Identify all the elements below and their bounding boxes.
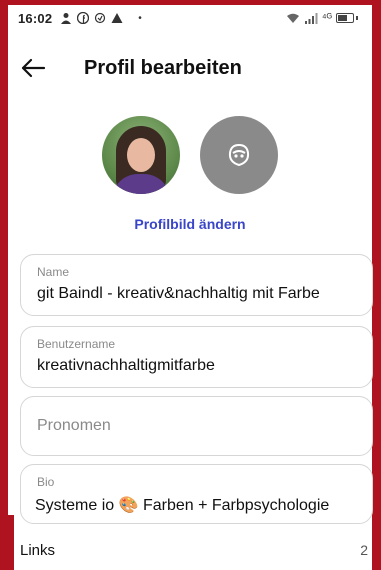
status-bar: 16:02 • ⁴ᴳ [8, 5, 372, 31]
links-count: 2 [360, 542, 368, 558]
status-dot: • [138, 12, 142, 24]
username-field[interactable]: Benutzername kreativnachhaltigmitfarbe [20, 326, 373, 388]
back-arrow-icon[interactable] [18, 53, 48, 83]
status-icons: • [60, 12, 142, 24]
status-right-icons: ⁴ᴳ [286, 12, 358, 24]
sync-icon [95, 12, 106, 24]
page-title: Profil bearbeiten [84, 56, 242, 79]
name-value[interactable]: git Baindl - kreativ&nachhaltig mit Farb… [37, 285, 320, 303]
username-value[interactable]: kreativnachhaltigmitfarbe [37, 357, 215, 375]
links-row[interactable]: Links 2 [8, 536, 372, 564]
links-label: Links [20, 541, 56, 559]
facebook-icon [77, 12, 90, 24]
wifi-icon [286, 13, 299, 23]
username-label: Benutzername [37, 337, 116, 351]
name-label: Name [37, 265, 70, 279]
bio-value[interactable]: Systeme io 🎨 Farben + Farbpsychologie [35, 495, 329, 515]
avatar-face [127, 138, 155, 172]
avatar-row [8, 116, 372, 198]
bio-field[interactable]: Bio Systeme io 🎨 Farben + Farbpsychologi… [20, 464, 373, 524]
person-icon [61, 13, 72, 24]
header: Profil bearbeiten [8, 48, 372, 88]
status-time: 16:02 [18, 10, 53, 26]
bio-label: Bio [37, 475, 55, 489]
warning-icon [111, 13, 123, 23]
battery-tip [356, 16, 358, 20]
avatar-sticker-button[interactable] [200, 116, 278, 194]
name-field[interactable]: Name git Baindl - kreativ&nachhaltig mit… [20, 254, 373, 316]
network-type: ⁴ᴳ [321, 12, 332, 24]
screenshot-frame-left [0, 0, 8, 570]
screenshot-frame-right [372, 0, 381, 570]
pronouns-placeholder[interactable]: Pronomen [37, 417, 111, 435]
profile-photo-avatar[interactable] [102, 116, 180, 194]
signal-icon [304, 12, 318, 24]
pronouns-field[interactable]: Pronomen [20, 396, 373, 456]
avatar-face-icon [228, 143, 250, 167]
change-profile-photo-link[interactable]: Profilbild ändern [8, 216, 372, 232]
battery-icon [336, 13, 354, 23]
